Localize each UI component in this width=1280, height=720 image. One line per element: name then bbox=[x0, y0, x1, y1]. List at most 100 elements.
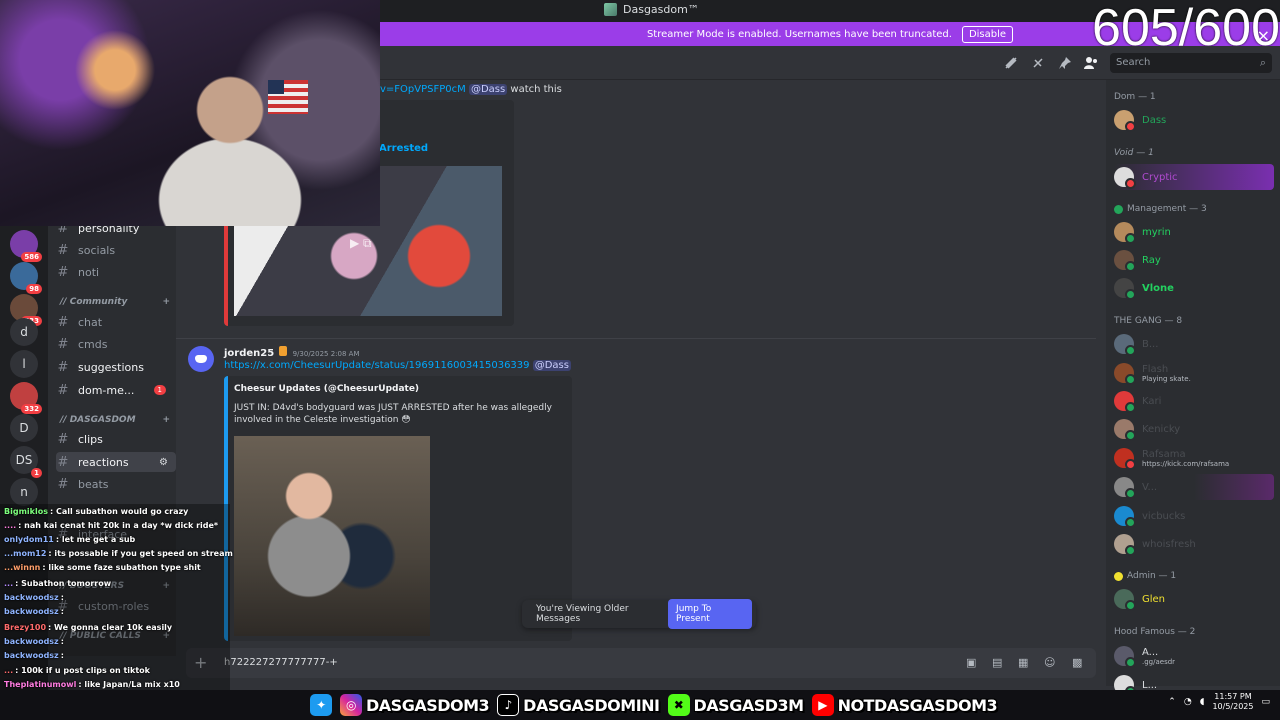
flag-decoration bbox=[268, 80, 308, 114]
server-label: D bbox=[19, 421, 29, 435]
message-link-fragment[interactable]: v=FOpVPSFP0cM bbox=[380, 84, 466, 95]
channel-reactions[interactable]: # reactions ⚙ bbox=[56, 452, 176, 472]
avatar bbox=[1114, 534, 1136, 556]
category-community[interactable]: // Community + bbox=[60, 297, 170, 307]
chat-user: backwoodsz bbox=[4, 637, 59, 646]
channel-noti[interactable]: # noti bbox=[56, 262, 176, 282]
add-channel-icon[interactable]: + bbox=[162, 415, 170, 425]
group-label: Management — 3 bbox=[1127, 204, 1207, 214]
server-icon[interactable]: 98 bbox=[10, 262, 42, 294]
member-name: Ray bbox=[1142, 254, 1161, 266]
member-item[interactable]: Kenicky bbox=[1114, 416, 1274, 442]
chat-line: Theplatinumowl: like Japan/La mix x10 bbox=[4, 680, 180, 689]
member-group-void: Void — 1 bbox=[1114, 148, 1154, 158]
chat-line: ...: 100k if u post clips on tiktok bbox=[4, 666, 150, 675]
mute-icon[interactable] bbox=[1031, 56, 1047, 70]
category-dasgasdom[interactable]: // DASGASDOM + bbox=[60, 415, 170, 425]
gif-icon[interactable]: ▤ bbox=[992, 656, 1002, 669]
member-item[interactable]: A... .gg/aesdr bbox=[1114, 643, 1274, 669]
server-icon[interactable]: DS 1 bbox=[10, 446, 42, 478]
member-item[interactable]: Kari bbox=[1114, 388, 1274, 414]
server-icon[interactable]: 332 bbox=[10, 382, 42, 414]
emoji-icon[interactable]: ☺ bbox=[1044, 656, 1055, 669]
instagram-icon: ◎ bbox=[340, 694, 362, 716]
pin-icon[interactable] bbox=[1058, 56, 1074, 70]
chat-line: backwoodsz: bbox=[4, 651, 64, 660]
clock[interactable]: 11:57 PM 10/5/2025 bbox=[1212, 692, 1253, 711]
server-icon[interactable]: 586 bbox=[10, 230, 42, 262]
message-author[interactable]: jorden25 bbox=[224, 348, 274, 359]
member-item[interactable]: Cryptic bbox=[1114, 164, 1274, 190]
channel-suggestions[interactable]: # suggestions bbox=[56, 357, 176, 377]
member-item[interactable]: B... bbox=[1114, 331, 1274, 357]
avatar bbox=[1114, 477, 1136, 499]
composer-text[interactable]: h722227277777777-+ bbox=[224, 657, 338, 668]
group-label: Admin — 1 bbox=[1127, 571, 1177, 581]
member-item[interactable]: Dass bbox=[1114, 107, 1274, 133]
disable-button[interactable]: Disable bbox=[961, 25, 1014, 43]
channel-socials[interactable]: # socials bbox=[56, 240, 176, 260]
wifi-icon[interactable]: ◔ bbox=[1184, 697, 1192, 707]
sticker-icon[interactable]: ▦ bbox=[1018, 656, 1028, 669]
member-item[interactable]: vicbucks bbox=[1114, 503, 1274, 529]
channel-label: socials bbox=[78, 243, 116, 257]
server-icon[interactable]: l bbox=[10, 350, 38, 378]
embed-title[interactable]: Arrested bbox=[379, 143, 428, 154]
hash-icon: # bbox=[57, 359, 69, 375]
member-item[interactable]: Rafsama https://kick.com/rafsama bbox=[1114, 445, 1274, 471]
server-icon[interactable]: n bbox=[10, 478, 38, 506]
member-name: B... bbox=[1142, 338, 1159, 350]
server-icon[interactable]: d bbox=[10, 318, 38, 346]
member-item[interactable]: Flash Playing skate. bbox=[1114, 360, 1274, 386]
avatar bbox=[1114, 250, 1136, 272]
avatar[interactable] bbox=[188, 346, 214, 372]
member-name: A... bbox=[1142, 646, 1159, 658]
member-item[interactable]: V... bbox=[1114, 474, 1274, 500]
embed-author[interactable]: Cheesur Updates (@CheesurUpdate) bbox=[234, 384, 419, 394]
search-input[interactable]: Search ⌕ bbox=[1110, 53, 1272, 73]
threads-icon[interactable] bbox=[1004, 56, 1020, 70]
message-link[interactable]: https://x.com/CheesurUpdate/status/19691… bbox=[224, 360, 530, 371]
search-placeholder: Search bbox=[1116, 57, 1151, 68]
channel-label: reactions bbox=[78, 455, 129, 469]
member-item[interactable]: Glen bbox=[1114, 586, 1274, 612]
settings-icon[interactable]: ⚙ bbox=[159, 457, 168, 468]
member-item[interactable]: Vlone bbox=[1114, 275, 1274, 301]
members-icon[interactable] bbox=[1084, 56, 1100, 70]
add-channel-icon[interactable]: + bbox=[162, 297, 170, 307]
message-composer[interactable]: + h722227277777777-+ ▣ ▤ ▦ ☺ ▩ bbox=[186, 648, 1096, 678]
hash-icon: # bbox=[57, 382, 69, 398]
apps-icon[interactable]: ▩ bbox=[1072, 656, 1082, 669]
gift-icon[interactable]: ▣ bbox=[966, 656, 976, 669]
server-label: d bbox=[20, 325, 28, 339]
kick-handle: DASGASD3M bbox=[693, 695, 805, 715]
embed-image[interactable] bbox=[234, 436, 430, 636]
chat-text: like Japan/La mix x10 bbox=[84, 680, 180, 689]
close-icon[interactable]: × bbox=[1257, 26, 1270, 45]
jump-to-present-button[interactable]: Jump To Present bbox=[668, 599, 752, 629]
member-status: Playing skate. bbox=[1142, 374, 1191, 383]
member-status: .gg/aesdr bbox=[1142, 657, 1176, 666]
channel-cmds[interactable]: # cmds bbox=[56, 334, 176, 354]
member-name: whoisfresh bbox=[1142, 538, 1196, 550]
member-item[interactable]: Ray bbox=[1114, 247, 1274, 273]
server-label: n bbox=[20, 485, 28, 499]
volume-icon[interactable]: ◖ bbox=[1200, 697, 1205, 707]
avatar bbox=[1114, 506, 1136, 528]
channel-dom-me[interactable]: # dom-me... 1 bbox=[56, 380, 176, 400]
chat-line: backwoodsz: bbox=[4, 593, 64, 602]
server-icon[interactable]: D bbox=[10, 414, 38, 442]
system-tray: ⌃ ◔ ◖ 11:57 PM 10/5/2025 ▭ bbox=[1168, 692, 1270, 711]
hash-icon: # bbox=[57, 264, 69, 280]
member-item[interactable]: myrin bbox=[1114, 219, 1274, 245]
mention-dass[interactable]: @Dass bbox=[468, 84, 508, 95]
channel-label: cmds bbox=[78, 337, 108, 351]
chevron-up-icon[interactable]: ⌃ bbox=[1168, 697, 1176, 707]
notification-icon[interactable]: ▭ bbox=[1261, 697, 1270, 707]
channel-beats[interactable]: # beats bbox=[56, 474, 176, 494]
channel-chat[interactable]: # chat bbox=[56, 312, 176, 332]
mention-dass-2[interactable]: @Dass bbox=[532, 360, 571, 371]
channel-clips[interactable]: # clips bbox=[56, 429, 176, 449]
member-item[interactable]: whoisfresh bbox=[1114, 531, 1274, 557]
play-icon[interactable]: ▶ ⧉ bbox=[350, 236, 372, 251]
